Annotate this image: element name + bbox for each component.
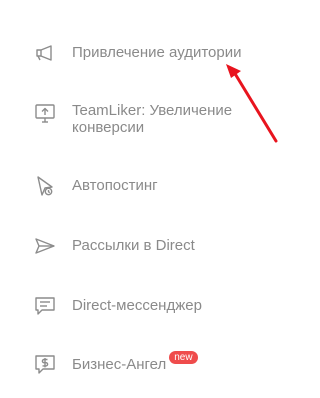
menu-item-teamliker[interactable]: TeamLiker: Увеличение конверсии bbox=[34, 102, 272, 136]
menu-item-business-angel[interactable]: Бизнес-Ангел new bbox=[34, 351, 272, 376]
chat-icon bbox=[34, 295, 56, 317]
menu-item-direct-messenger[interactable]: Direct-мессенджер bbox=[34, 295, 272, 317]
megaphone-icon bbox=[34, 42, 56, 64]
new-badge: new bbox=[169, 351, 198, 364]
menu-item-autoposting[interactable]: Автопостинг bbox=[34, 175, 272, 197]
dollar-chat-icon bbox=[34, 354, 56, 376]
menu-item-label: Привлечение аудитории bbox=[72, 44, 242, 61]
paper-plane-icon bbox=[34, 235, 56, 257]
menu-item-label: TeamLiker: Увеличение конверсии bbox=[72, 102, 233, 136]
sidebar-menu: Привлечение аудитории TeamLiker: Увеличе… bbox=[0, 0, 299, 398]
monitor-upload-icon bbox=[34, 102, 56, 124]
menu-item-label: Рассылки в Direct bbox=[72, 237, 195, 254]
menu-item-audience[interactable]: Привлечение аудитории bbox=[34, 42, 272, 64]
menu-item-label: Direct-мессенджер bbox=[72, 297, 202, 314]
menu-item-label: Бизнес-Ангел new bbox=[72, 351, 272, 373]
menu-item-label: Автопостинг bbox=[72, 177, 158, 194]
menu-item-direct-mailing[interactable]: Рассылки в Direct bbox=[34, 235, 272, 257]
autopost-icon bbox=[34, 175, 56, 197]
menu-item-label-text: Бизнес-Ангел bbox=[72, 356, 167, 373]
